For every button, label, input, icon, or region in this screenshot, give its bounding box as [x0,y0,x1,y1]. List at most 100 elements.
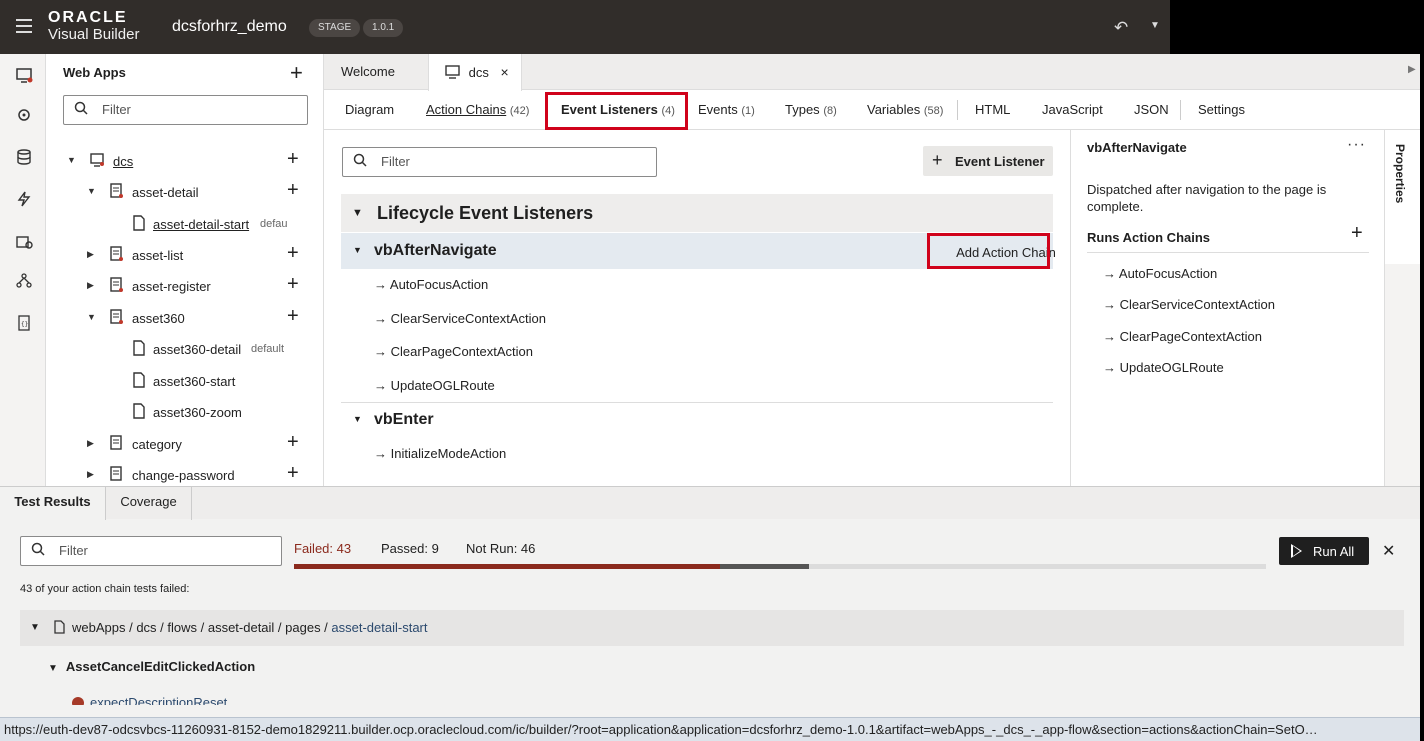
tree-item-label: asset360-zoom [153,405,242,420]
collapse-caret-icon[interactable]: ▼ [352,207,363,219]
close-icon[interactable]: × [500,64,508,80]
services-icon[interactable] [14,106,34,126]
lightning-icon[interactable] [14,190,34,210]
tab-count: (1) [741,105,755,117]
browser-status-bar: https://euth-dev87-odcsvbcs-11260931-815… [0,717,1424,741]
expand-caret-icon[interactable]: ▼ [67,155,76,165]
test-filter-input[interactable]: Filter [20,536,282,566]
tab-types[interactable]: Types (8) [785,102,837,117]
add-chain-icon[interactable]: + [1351,222,1363,245]
tab-variables[interactable]: Variables (58) [867,102,943,117]
properties-chain-link[interactable]: → ClearPageContextAction [1103,329,1262,344]
tree-item-asset360-zoom[interactable]: asset360-zoom [46,399,323,425]
web-apps-icon[interactable] [14,66,34,86]
tree-item-category[interactable]: ▶ category + [46,431,323,457]
chain-link[interactable]: → ClearServiceContextAction [374,311,546,326]
expand-caret-icon[interactable]: ▼ [87,312,96,322]
tab-dcs[interactable]: dcs × [428,54,522,91]
listener-vbenter[interactable]: ▼ vbEnter [341,402,1053,438]
close-icon[interactable]: ✕ [1382,541,1395,561]
chain-link[interactable]: → AutoFocusAction [374,277,488,292]
tab-divider [957,100,958,120]
expand-caret-icon[interactable]: ▼ [87,186,96,196]
hierarchy-icon[interactable] [14,272,34,292]
chain-link[interactable]: → ClearPageContextAction [374,344,533,359]
tab-settings[interactable]: Settings [1198,102,1245,117]
tab-javascript[interactable]: JavaScript [1042,102,1103,117]
tree-item-change-password[interactable]: ▶ change-password + [46,462,323,486]
add-icon[interactable]: + [287,305,299,328]
lifecycle-section-header[interactable]: ▼ Lifecycle Event Listeners [341,194,1053,232]
failed-count[interactable]: Failed: 43 [294,541,351,556]
tree-item-asset360-detail[interactable]: asset360-detail default [46,336,323,362]
path-page-link[interactable]: asset-detail-start [331,620,427,635]
status-url: https://euth-dev87-odcsvbcs-11260931-815… [4,722,1318,737]
stage-badge: STAGE [309,19,361,37]
expand-caret-icon[interactable]: ▶ [87,438,94,449]
tab-json[interactable]: JSON [1134,102,1169,117]
properties-chain-link[interactable]: → ClearServiceContextAction [1103,297,1275,312]
add-icon[interactable]: + [287,273,299,296]
collapse-caret-icon[interactable]: ▼ [30,622,40,633]
source-file-icon[interactable]: {} [14,314,34,334]
business-objects-icon[interactable] [14,148,34,168]
tab-test-results[interactable]: Test Results [0,487,106,520]
add-web-app-button[interactable]: + [290,60,303,86]
properties-side-tab[interactable]: Properties [1384,130,1424,486]
properties-chain-link[interactable]: → AutoFocusAction [1103,266,1217,281]
tree-item-asset-register[interactable]: ▶ asset-register + [46,273,323,299]
tab-diagram[interactable]: Diagram [345,102,394,117]
run-all-button[interactable]: Run All [1279,537,1369,565]
test-results-panel: Test Results Coverage Filter Failed: 43 … [0,486,1424,721]
add-icon[interactable]: + [287,431,299,454]
add-icon[interactable]: + [287,242,299,265]
tree-item-asset360-start[interactable]: asset360-start [46,368,323,394]
tab-count: (8) [823,105,837,117]
chain-link[interactable]: → InitializeModeAction [374,446,506,461]
app-name[interactable]: dcsforhrz_demo [172,18,287,36]
collapse-caret-icon[interactable]: ▼ [48,663,58,674]
svg-text:{}: {} [21,321,28,328]
tree-item-asset360[interactable]: ▼ asset360 + [46,305,323,331]
tree-item-asset-list[interactable]: ▶ asset-list + [46,242,323,268]
chain-link[interactable]: → UpdateOGLRoute [374,378,495,393]
tree-item-asset-detail[interactable]: ▼ asset-detail + [46,179,323,205]
collapse-caret-icon[interactable]: ▼ [353,414,362,424]
tab-count: (58) [923,105,944,117]
error-status-icon [72,697,84,705]
properties-chain-link[interactable]: → UpdateOGLRoute [1103,360,1224,375]
tree-item-label: asset-register [132,279,211,294]
test-action-row[interactable]: ▼ AssetCancelEditClickedAction [48,659,255,674]
tree-item-dcs[interactable]: ▼ dcs + [46,148,323,174]
not-run-count[interactable]: Not Run: 46 [466,541,535,556]
passed-count[interactable]: Passed: 9 [381,541,439,556]
tree-item-label: asset360 [132,311,185,326]
add-icon[interactable]: + [287,148,299,171]
chevron-right-icon[interactable]: ▶ [1408,64,1416,75]
tab-action-chains[interactable]: Action Chains (42) [426,102,529,117]
expand-caret-icon[interactable]: ▶ [87,280,94,291]
sidebar-filter-input[interactable]: Filter [63,95,308,125]
failed-test-row[interactable]: expectDescriptionReset [72,695,232,705]
tree-item-asset-detail-start[interactable]: asset-detail-start defau [46,211,323,237]
chevron-down-icon[interactable]: ▼ [1150,20,1160,31]
more-options-icon[interactable]: ··· [1347,136,1366,154]
test-group-row[interactable]: ▼ webApps / dcs / flows / asset-detail /… [20,610,1404,646]
tab-label: dcs [468,65,489,80]
tab-html[interactable]: HTML [975,102,1010,117]
expand-caret-icon[interactable]: ▶ [87,469,94,480]
add-icon[interactable]: + [287,179,299,202]
components-icon[interactable] [14,232,34,252]
add-event-listener-button[interactable]: + Event Listener [923,146,1053,176]
collapse-caret-icon[interactable]: ▼ [353,245,362,255]
expand-caret-icon[interactable]: ▶ [87,249,94,260]
filter-placeholder: Filter [381,154,410,169]
tab-welcome[interactable]: Welcome [324,54,428,90]
undo-icon[interactable]: ↶ [1114,18,1128,38]
listener-filter-input[interactable]: Filter [342,147,657,177]
tree-item-label: change-password [132,468,235,483]
tab-coverage[interactable]: Coverage [106,487,192,520]
tab-events[interactable]: Events (1) [698,102,755,117]
hamburger-menu-icon[interactable] [16,19,32,33]
add-icon[interactable]: + [287,462,299,485]
